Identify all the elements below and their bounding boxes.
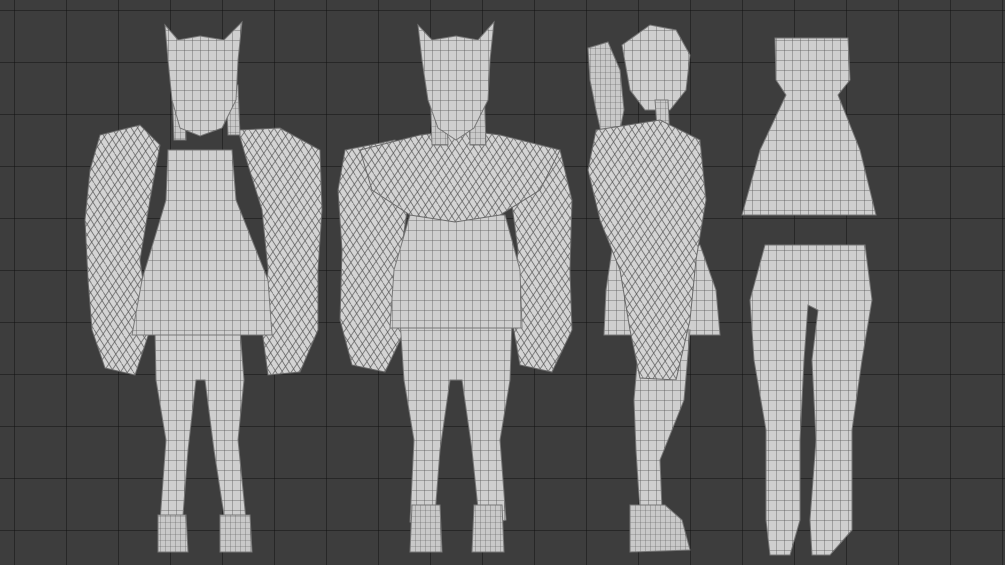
strapless-dress xyxy=(741,37,877,216)
legs xyxy=(749,244,873,556)
3d-viewport[interactable] xyxy=(0,0,1005,565)
platform-heel-left xyxy=(409,504,443,553)
wireframe-scene xyxy=(84,20,877,556)
fringe-sleeve-left xyxy=(84,124,161,376)
hair-bun xyxy=(621,24,691,111)
legs xyxy=(399,319,513,529)
model-separated-pieces[interactable] xyxy=(741,37,877,556)
model-front-view[interactable] xyxy=(84,20,323,553)
model-side-view[interactable] xyxy=(587,24,721,553)
platform-wedge xyxy=(629,504,691,553)
model-back-view[interactable] xyxy=(337,20,573,553)
dress-skirt xyxy=(389,214,523,329)
platform-heel-right xyxy=(219,514,253,553)
platform-heel-right xyxy=(471,504,505,553)
platform-heel-left xyxy=(157,514,189,553)
legs xyxy=(154,329,247,529)
